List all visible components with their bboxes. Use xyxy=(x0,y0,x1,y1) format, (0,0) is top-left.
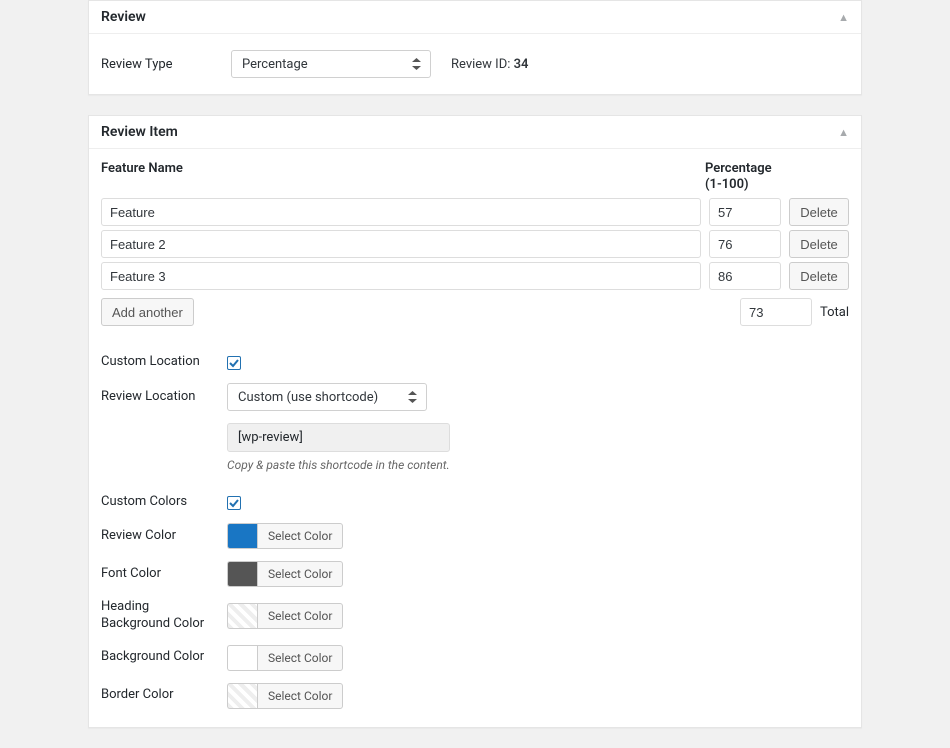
color-picker[interactable]: Select Color xyxy=(227,683,343,709)
review-panel: Review ▲ Review Type Percentage Review I… xyxy=(88,0,862,95)
shortcode-help: Copy & paste this shortcode in the conte… xyxy=(227,458,450,472)
color-picker[interactable]: Select Color xyxy=(227,523,343,549)
color-picker[interactable]: Select Color xyxy=(227,603,343,629)
review-type-select[interactable]: Percentage xyxy=(231,50,431,78)
review-location-value: Custom (use shortcode) xyxy=(238,390,378,405)
select-color-button[interactable]: Select Color xyxy=(257,603,343,629)
color-swatch[interactable] xyxy=(227,561,257,587)
select-color-button[interactable]: Select Color xyxy=(257,683,343,709)
review-id-value: 34 xyxy=(514,57,529,72)
color-row: Review Color Select Color xyxy=(101,517,849,555)
feature-row: Delete xyxy=(101,262,849,290)
feature-name-input[interactable] xyxy=(101,262,701,290)
feature-percentage-input[interactable] xyxy=(709,230,781,258)
feature-name-header: Feature Name xyxy=(101,161,697,176)
collapse-icon[interactable]: ▲ xyxy=(838,11,849,24)
delete-button[interactable]: Delete xyxy=(789,230,849,258)
feature-name-input[interactable] xyxy=(101,230,701,258)
custom-colors-label: Custom Colors xyxy=(101,494,213,511)
custom-location-checkbox[interactable] xyxy=(227,356,241,370)
review-panel-header: Review ▲ xyxy=(89,1,861,34)
custom-location-label: Custom Location xyxy=(101,354,213,371)
color-label: Font Color xyxy=(101,566,213,583)
color-picker[interactable]: Select Color xyxy=(227,645,343,671)
add-another-button[interactable]: Add another xyxy=(101,298,194,326)
review-item-panel-header: Review Item ▲ xyxy=(89,116,861,149)
color-swatch[interactable] xyxy=(227,683,257,709)
review-panel-title: Review xyxy=(101,9,146,25)
review-item-panel: Review Item ▲ Feature Name Percentage (1… xyxy=(88,115,862,728)
shortcode-box[interactable]: [wp-review] xyxy=(227,423,450,452)
select-color-button[interactable]: Select Color xyxy=(257,561,343,587)
review-location-label: Review Location xyxy=(101,389,213,406)
feature-row: Delete xyxy=(101,198,849,226)
feature-name-input[interactable] xyxy=(101,198,701,226)
select-caret-icon xyxy=(412,58,424,70)
color-swatch[interactable] xyxy=(227,645,257,671)
feature-percentage-input[interactable] xyxy=(709,198,781,226)
color-row: Heading Background Color Select Color xyxy=(101,593,849,639)
color-row: Border Color Select Color xyxy=(101,677,849,715)
review-type-label: Review Type xyxy=(101,57,211,72)
color-row: Font Color Select Color xyxy=(101,555,849,593)
collapse-icon[interactable]: ▲ xyxy=(838,126,849,139)
total-label: Total xyxy=(820,305,849,320)
select-caret-icon xyxy=(408,391,420,403)
total-input[interactable] xyxy=(740,298,812,326)
review-id-label: Review ID: 34 xyxy=(451,57,528,72)
color-label: Background Color xyxy=(101,649,213,666)
select-color-button[interactable]: Select Color xyxy=(257,645,343,671)
color-label: Review Color xyxy=(101,528,213,545)
feature-percentage-input[interactable] xyxy=(709,262,781,290)
color-swatch[interactable] xyxy=(227,603,257,629)
review-item-panel-title: Review Item xyxy=(101,124,178,140)
select-color-button[interactable]: Select Color xyxy=(257,523,343,549)
delete-button[interactable]: Delete xyxy=(789,198,849,226)
color-picker[interactable]: Select Color xyxy=(227,561,343,587)
color-label: Border Color xyxy=(101,687,213,704)
feature-row: Delete xyxy=(101,230,849,258)
review-location-select[interactable]: Custom (use shortcode) xyxy=(227,383,427,411)
custom-colors-checkbox[interactable] xyxy=(227,496,241,510)
color-row: Background Color Select Color xyxy=(101,639,849,677)
delete-button[interactable]: Delete xyxy=(789,262,849,290)
review-type-value: Percentage xyxy=(242,57,308,72)
color-label: Heading Background Color xyxy=(101,599,213,633)
percentage-header: Percentage (1-100) xyxy=(705,161,781,192)
color-swatch[interactable] xyxy=(227,523,257,549)
